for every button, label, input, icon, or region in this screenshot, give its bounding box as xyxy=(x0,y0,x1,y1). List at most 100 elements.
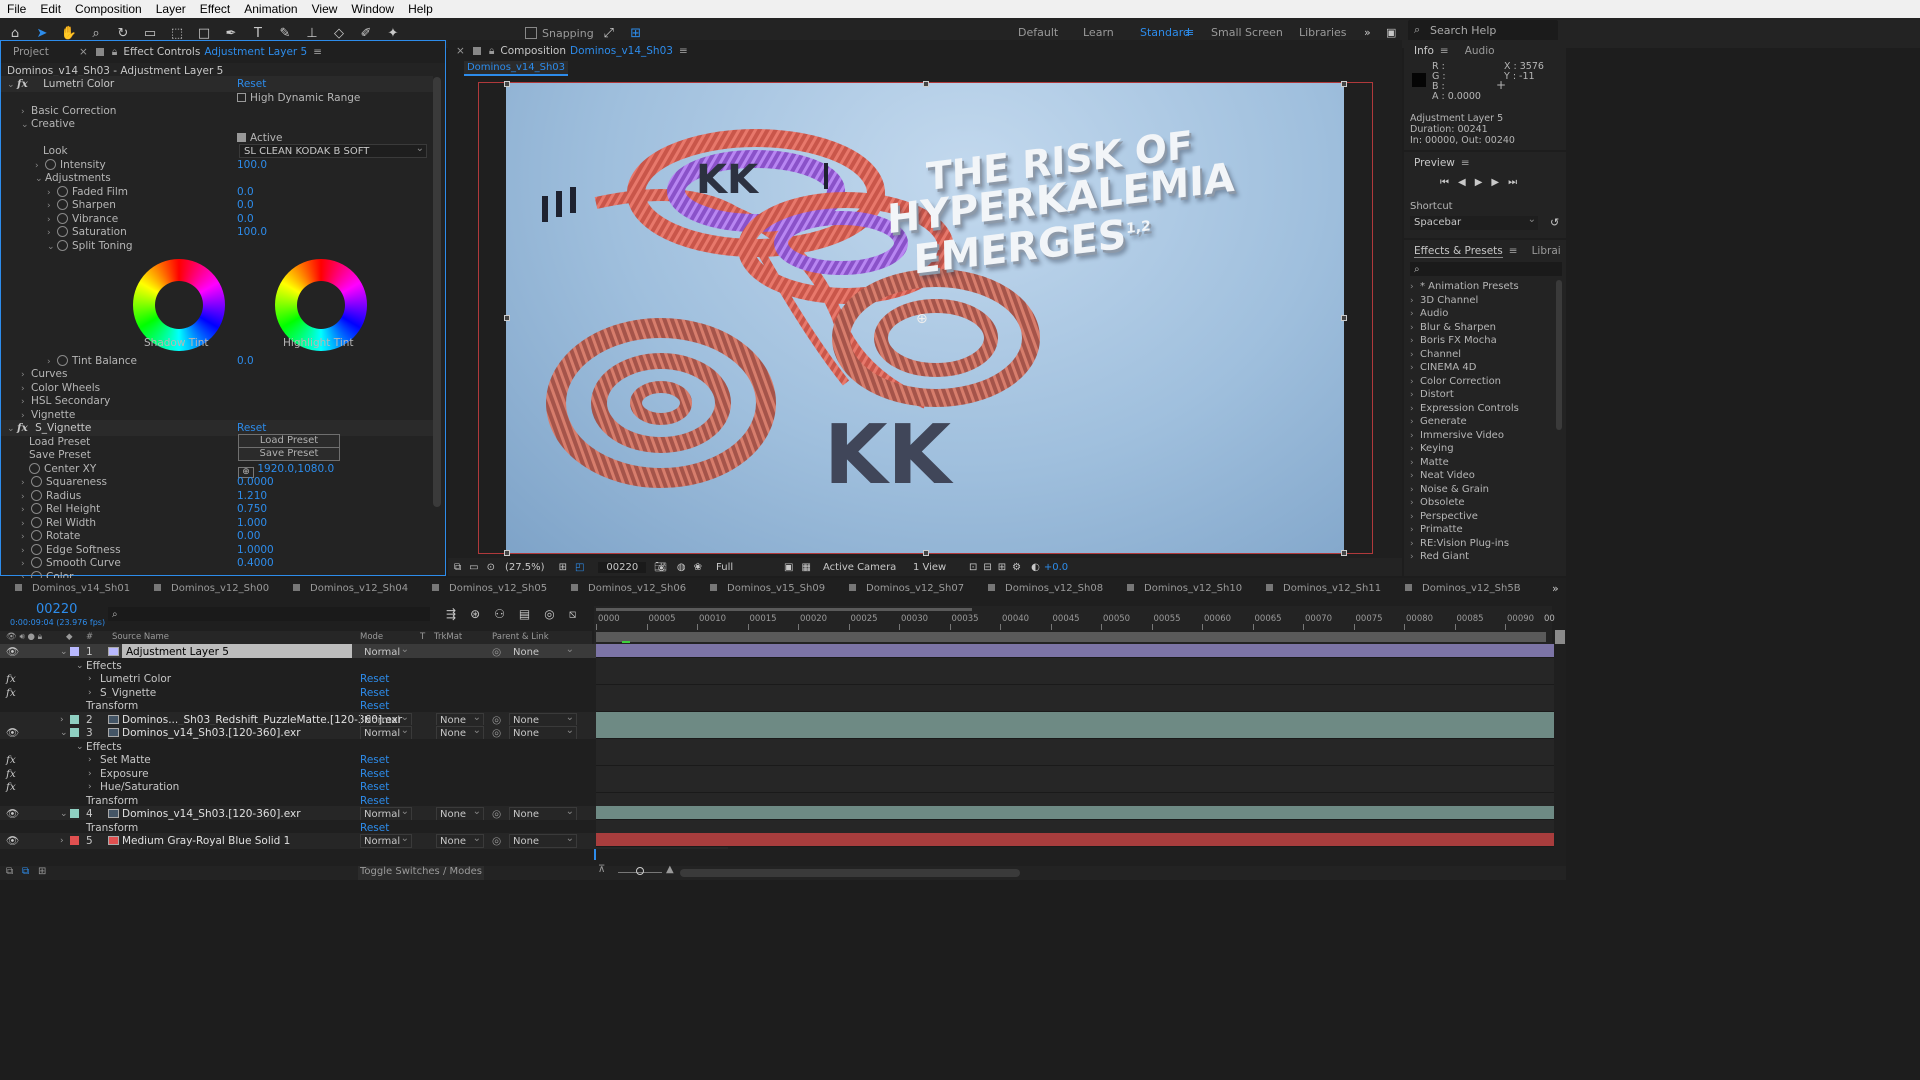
comp-tab[interactable]: Dominos_v14_Sh01 xyxy=(15,583,130,594)
current-frame-field[interactable]: 00220 xyxy=(598,561,647,573)
view-layout-dropdown[interactable]: 1 View xyxy=(913,562,961,573)
effects-scrollbar[interactable] xyxy=(1556,280,1562,430)
panel-menu-icon[interactable]: ≡ xyxy=(1461,157,1470,169)
eye-icon[interactable]: 👁︎ xyxy=(6,833,19,849)
hdr-checkbox[interactable]: High Dynamic Range xyxy=(237,90,360,106)
menu-edit[interactable]: Edit xyxy=(33,2,68,16)
transfer-controls-icon[interactable]: ⊞ xyxy=(38,866,46,877)
saturation-value[interactable]: 100.0 xyxy=(237,224,267,240)
camera-dropdown[interactable]: Active Camera xyxy=(823,562,905,573)
col-mode[interactable]: Mode xyxy=(360,631,383,644)
comp-tab[interactable]: Dominos_v12_Sh05 xyxy=(432,583,547,594)
timeline-zoom-end[interactable] xyxy=(1555,630,1565,644)
stopwatch-icon[interactable] xyxy=(57,226,68,237)
current-timecode[interactable]: 00220 xyxy=(36,602,77,617)
timeline-hscrollbar[interactable] xyxy=(680,869,1020,877)
close-icon[interactable] xyxy=(1405,584,1412,591)
comp-tab[interactable]: Dominos_v12_Sh5B xyxy=(1405,583,1521,594)
save-preset-button[interactable]: Save Preset xyxy=(238,447,340,461)
menu-window[interactable]: Window xyxy=(344,2,401,16)
layer-name[interactable]: Medium Gray-Royal Blue Solid 1 xyxy=(122,833,290,849)
draft-3d-icon[interactable]: ⊛ xyxy=(470,607,494,621)
trkmat-dropdown[interactable]: None xyxy=(436,832,484,848)
look-dropdown[interactable]: SL CLEAN KODAK B SOFT xyxy=(239,142,427,158)
menu-effect[interactable]: Effect xyxy=(193,2,237,16)
stopwatch-icon[interactable] xyxy=(57,186,68,197)
label-color-swatch[interactable] xyxy=(70,714,79,724)
stopwatch-icon[interactable] xyxy=(31,530,42,541)
fx-icon[interactable]: fx xyxy=(17,422,28,434)
close-icon[interactable] xyxy=(15,584,22,591)
menu-animation[interactable]: Animation xyxy=(237,2,304,16)
menu-layer[interactable]: Layer xyxy=(149,2,193,16)
handle-br[interactable] xyxy=(1341,550,1347,556)
blend-mode-dropdown[interactable]: Normal xyxy=(360,832,412,848)
comp-subtab[interactable]: Dominos_v14_Sh03 xyxy=(464,61,568,76)
col-source-name[interactable]: Source Name xyxy=(112,631,169,644)
col-trkmat[interactable]: TrkMat xyxy=(434,631,462,644)
prev-frame-icon[interactable]: ◀ xyxy=(1458,177,1475,188)
work-area-bar[interactable] xyxy=(596,608,972,611)
expand-icon[interactable]: › xyxy=(60,833,64,849)
handle-r[interactable] xyxy=(1341,315,1347,321)
comp-mini-flowchart-icon[interactable]: ⇶ xyxy=(446,607,470,621)
close-icon[interactable] xyxy=(1127,584,1134,591)
stopwatch-icon[interactable] xyxy=(29,463,40,474)
tab-info[interactable]: Info xyxy=(1414,45,1434,57)
stopwatch-icon[interactable] xyxy=(57,199,68,210)
stopwatch-icon[interactable] xyxy=(31,476,42,487)
tab-libraries[interactable]: Librai xyxy=(1532,245,1561,257)
creative-section[interactable]: ⌄ Creative xyxy=(21,116,75,132)
stopwatch-icon[interactable] xyxy=(57,355,68,366)
menu-composition[interactable]: Composition xyxy=(68,2,149,16)
layer-duration-bar[interactable] xyxy=(596,711,1554,726)
label-color-swatch[interactable] xyxy=(70,836,79,845)
split-toning-section[interactable]: ⌄ Split Toning xyxy=(47,238,133,254)
parent-dropdown[interactable]: None xyxy=(509,832,577,848)
comp-tab[interactable]: Dominos_v12_Sh08 xyxy=(988,583,1103,594)
lock-icon[interactable] xyxy=(95,48,104,56)
effects-category[interactable]: › Red Giant xyxy=(1410,549,1469,565)
layer-duration-bar[interactable] xyxy=(596,806,1554,820)
label-color-swatch[interactable] xyxy=(70,809,79,818)
tint-balance-value[interactable]: 0.0 xyxy=(237,353,254,369)
param-value[interactable]: 0.4000 xyxy=(237,555,274,571)
layer-duration-bar[interactable] xyxy=(596,644,1554,658)
snapping-checkbox[interactable] xyxy=(525,27,537,39)
tab-project[interactable]: Project xyxy=(13,46,49,58)
loop-icon[interactable]: ↺ xyxy=(1550,216,1559,229)
exposure-value[interactable]: +0.0 xyxy=(1044,562,1068,573)
handle-b[interactable] xyxy=(923,550,929,556)
close-icon[interactable] xyxy=(154,584,161,591)
tab-composition[interactable]: Composition xyxy=(500,45,566,57)
intensity-value[interactable]: 100.0 xyxy=(237,157,267,173)
effects-search-input[interactable]: ⌕ xyxy=(1410,262,1562,276)
effect-lumetri[interactable]: ⌄ fx Lumetri Color xyxy=(7,76,114,92)
fx-icon[interactable]: fx xyxy=(17,78,28,90)
stopwatch-icon[interactable] xyxy=(31,503,42,514)
panel-menu-icon[interactable]: ≡ xyxy=(1509,245,1518,257)
time-ruler[interactable]: 0000 00005 00010 00015 00020 00025 00030 00035 0… xyxy=(594,606,1555,644)
lock-icon-2[interactable]: 🔒︎ xyxy=(112,46,118,59)
always-preview-icon[interactable]: ⧉ xyxy=(454,562,461,573)
close-icon[interactable] xyxy=(293,584,300,591)
zoom-dropdown[interactable]: (27.5%) xyxy=(505,562,545,573)
flowchart-icon[interactable]: ⊞ xyxy=(998,562,1006,573)
resolution-dropdown[interactable]: Full xyxy=(716,562,774,573)
transparency-grid-icon[interactable]: ▦ xyxy=(802,562,811,573)
close-icon[interactable] xyxy=(432,584,439,591)
layer-switches-icon[interactable]: ⧉ xyxy=(22,866,29,877)
monitor-icon[interactable]: ▭ xyxy=(469,562,478,573)
comp-tab[interactable]: Dominos_v12_Sh06 xyxy=(571,583,686,594)
zoom-out-icon[interactable]: ⊼ xyxy=(598,864,605,875)
stopwatch-icon[interactable] xyxy=(57,240,68,251)
lock-icon[interactable]: 🔒︎ xyxy=(489,45,495,58)
shortcut-dropdown[interactable]: Spacebar xyxy=(1410,213,1538,230)
show-snapshot-icon[interactable]: ◍ xyxy=(677,562,686,573)
frame-blending-icon[interactable]: ▤ xyxy=(519,607,544,621)
stopwatch-icon[interactable] xyxy=(31,516,42,528)
tab-effect-controls[interactable]: Effect Controls xyxy=(123,46,200,58)
3d-renderer-icon[interactable]: ⚙ xyxy=(1012,562,1021,573)
mask-view-icon[interactable]: ⊙ xyxy=(487,562,495,573)
composition-viewer[interactable]: KK KK THE RISK OF HYPERKALEMIA EMERGES1,… xyxy=(506,83,1344,553)
